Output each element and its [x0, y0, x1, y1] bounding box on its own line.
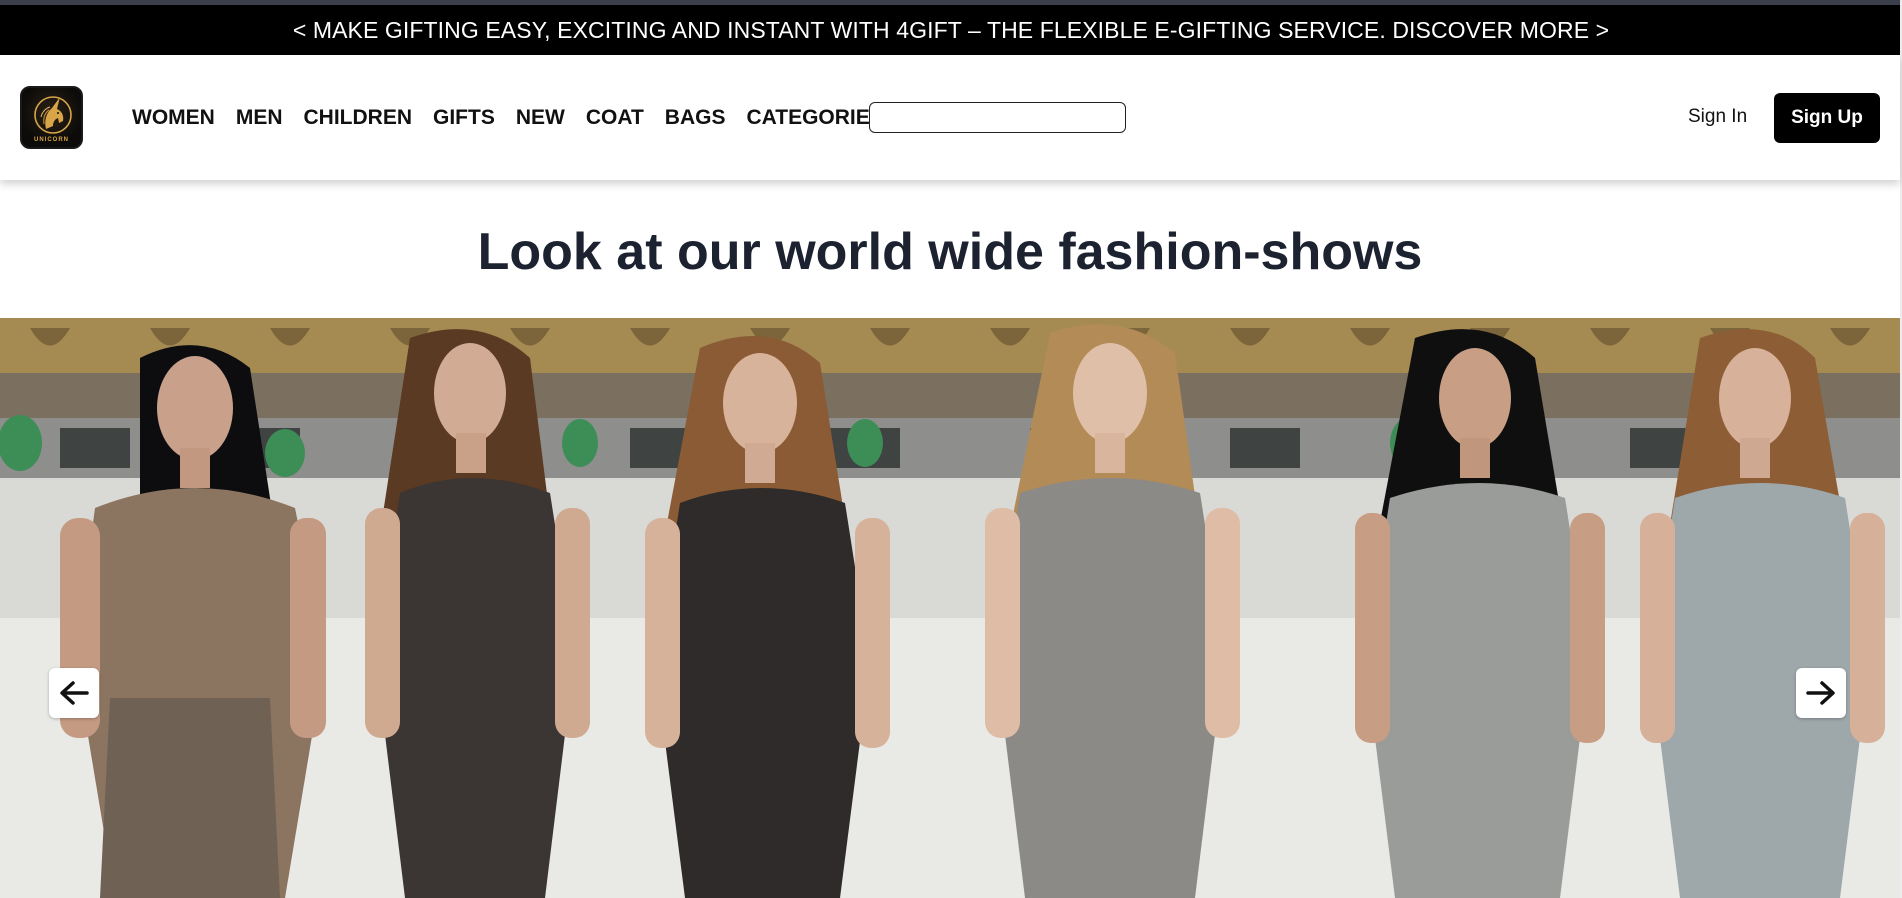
fashion-show-carousel	[0, 318, 1900, 898]
nav-link-bags[interactable]: BAGS	[665, 106, 726, 130]
carousel-prev-button[interactable]	[49, 668, 99, 718]
runway-models-photo	[0, 318, 1900, 898]
sign-up-button[interactable]: Sign Up	[1774, 93, 1880, 143]
nav-link-categories[interactable]: CATEGORIES	[746, 106, 883, 130]
arrow-right-icon	[1806, 681, 1835, 705]
carousel-next-button[interactable]	[1796, 668, 1846, 718]
brand-logo[interactable]: UNICORN	[20, 86, 83, 149]
nav-link-gifts[interactable]: GIFTS	[433, 106, 495, 130]
announcement-bar[interactable]: < MAKE GIFTING EASY, EXCITING AND INSTAN…	[0, 5, 1902, 55]
announcement-text[interactable]: < MAKE GIFTING EASY, EXCITING AND INSTAN…	[293, 17, 1609, 44]
page-main: < MAKE GIFTING EASY, EXCITING AND INSTAN…	[0, 0, 1902, 898]
page: < MAKE GIFTING EASY, EXCITING AND INSTAN…	[0, 0, 1902, 898]
sign-in-link[interactable]: Sign In	[1688, 106, 1747, 128]
logo-text: UNICORN	[34, 137, 69, 143]
nav-link-new[interactable]: NEW	[516, 106, 565, 130]
search-input[interactable]	[869, 102, 1126, 133]
main-nav: WOMEN MEN CHILDREN GIFTS NEW COAT BAGS C…	[132, 105, 905, 131]
nav-link-children[interactable]: CHILDREN	[304, 106, 413, 130]
nav-link-coat[interactable]: COAT	[586, 106, 644, 130]
nav-link-women[interactable]: WOMEN	[132, 106, 215, 130]
nav-link-men[interactable]: MEN	[236, 106, 283, 130]
page-title: Look at our world wide fashion-shows	[477, 223, 1423, 281]
arrow-left-icon	[60, 681, 89, 705]
navbar: UNICORN WOMEN MEN CHILDREN GIFTS NEW COA…	[0, 55, 1900, 180]
